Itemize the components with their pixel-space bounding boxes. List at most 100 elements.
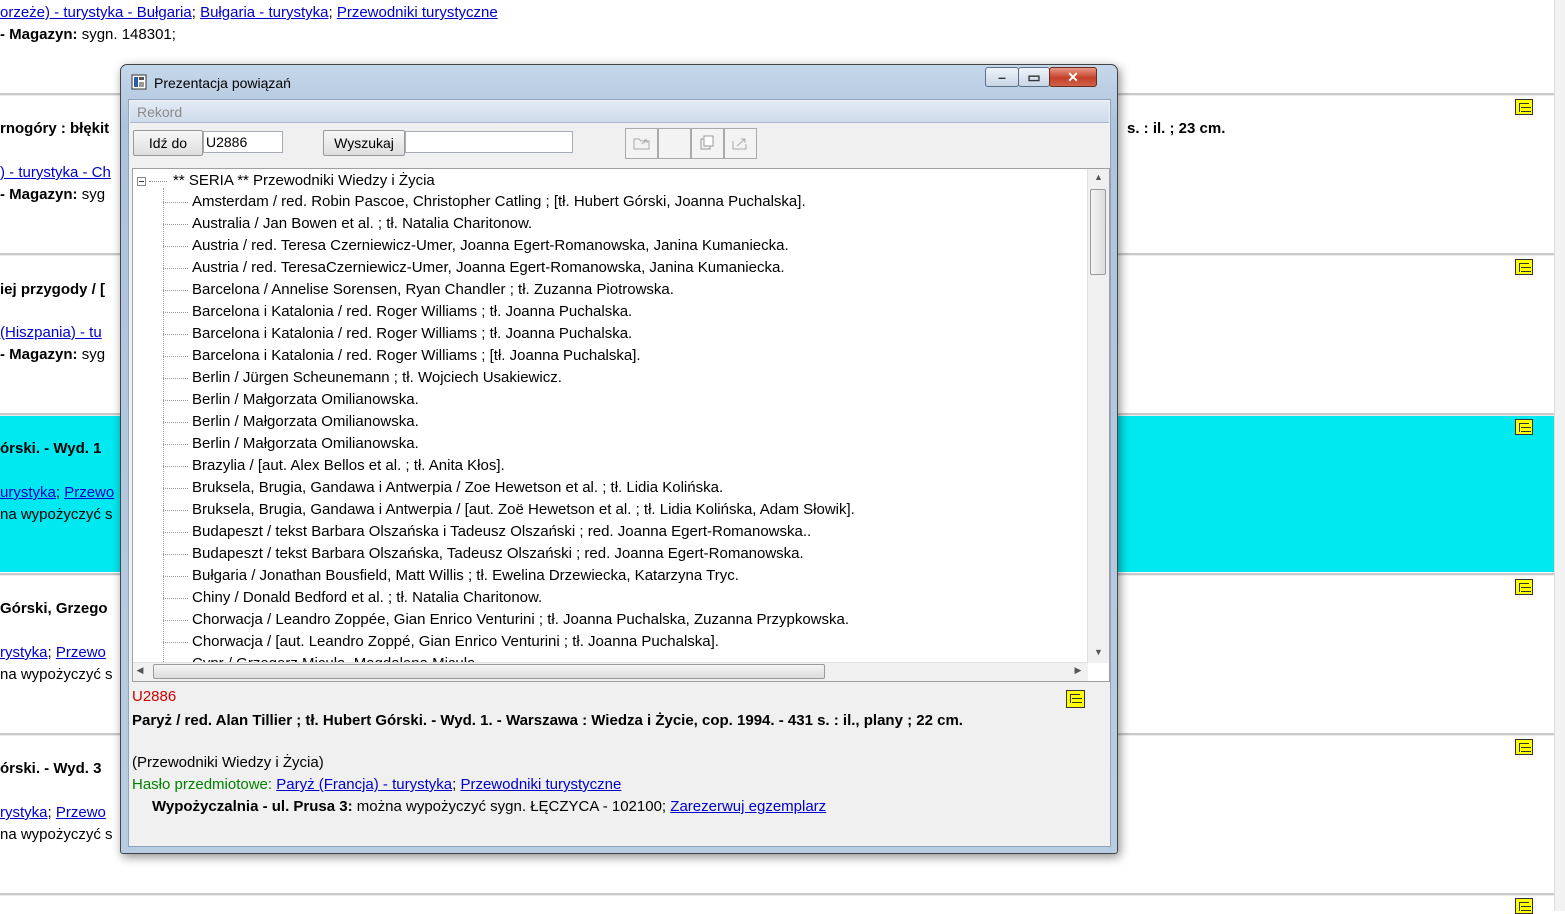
tree-item[interactable]: Australia / Jan Bowen et al. ; tł. Natal… <box>163 213 855 235</box>
record-holdings: - Magazyn: sygn. 148301; <box>0 26 176 43</box>
goto-button[interactable]: Idź do <box>133 130 203 156</box>
tree-item[interactable]: Berlin / Małgorzata Omilianowska. <box>163 389 855 411</box>
maximize-button[interactable]: ▭ <box>1018 67 1050 87</box>
tree-item[interactable]: Chiny / Donald Bedford et al. ; tł. Nata… <box>163 587 855 609</box>
close-button[interactable]: ✕ <box>1049 67 1097 87</box>
tree-item[interactable]: Berlin / Małgorzata Omilianowska. <box>163 411 855 433</box>
subject-label: Hasło przedmiotowe: <box>132 776 273 793</box>
vertical-scroll-thumb[interactable] <box>1090 189 1106 275</box>
maximize-icon: ▭ <box>1027 69 1041 85</box>
tree-item[interactable]: Chorwacja / Leandro Zoppée, Gian Enrico … <box>163 609 855 631</box>
blank-toolbar-button[interactable] <box>658 128 691 159</box>
page-scrollbar[interactable] <box>1554 0 1565 911</box>
goto-input[interactable] <box>203 131 283 153</box>
search-input[interactable] <box>405 131 573 153</box>
tree-item[interactable]: Austria / red. TeresaCzerniewicz-Umer, J… <box>163 257 855 279</box>
export-icon <box>732 138 747 150</box>
record-tree-icon[interactable] <box>1515 259 1533 275</box>
record-holdings: - Magazyn: syg <box>0 186 106 203</box>
export-toolbar-button[interactable] <box>724 128 757 159</box>
record-availability: na wypożyczyć s <box>0 826 113 843</box>
subject-link[interactable]: Przewodniki turystyczne <box>337 4 498 21</box>
tree-item[interactable]: Bułgaria / Jonathan Bousfield, Matt Will… <box>163 565 855 587</box>
tree-horizontal-scrollbar[interactable]: ◀ ▶ <box>133 662 1088 681</box>
minimize-button[interactable]: – <box>985 67 1019 87</box>
record-id: U2886 <box>132 688 177 705</box>
scroll-left-icon[interactable]: ◀ <box>133 665 147 676</box>
record-tree-icon[interactable] <box>1515 99 1533 115</box>
record-title-tail: s. : il. ; 23 cm. <box>1127 120 1226 137</box>
tree-root-node[interactable]: ** SERIA ** Przewodniki Wiedzy i Życia <box>137 172 435 189</box>
subject-link[interactable]: (Hiszpania) - tu <box>0 324 102 341</box>
record-availability: na wypożyczyć s <box>0 506 113 523</box>
record-title: rnogóry : błękit <box>0 120 110 137</box>
tree-item[interactable]: Bruksela, Brugia, Gandawa i Antwerpia / … <box>163 499 855 521</box>
tree-item[interactable]: Berlin / Małgorzata Omilianowska. <box>163 433 855 455</box>
relations-tree[interactable]: ** SERIA ** Przewodniki Wiedzy i Życia A… <box>132 168 1110 682</box>
record-tree-icon[interactable] <box>1515 739 1533 755</box>
record-holdings: - Magazyn: syg <box>0 346 106 363</box>
collapse-icon[interactable] <box>137 176 146 186</box>
record-holdings: Wypożyczalnia - ul. Prusa 3: można wypoż… <box>152 798 826 815</box>
section-header: Rekord <box>130 101 1109 123</box>
horizontal-scroll-thumb[interactable] <box>153 664 825 679</box>
subject-link[interactable]: Przewo <box>56 644 106 661</box>
record-detail-panel: U2886 Paryż / red. Alan Tillier ; tł. Hu… <box>132 686 1110 844</box>
subject-link[interactable]: ) - turystyka - Ch <box>0 164 111 181</box>
dialog-client: Rekord Idź do Wyszukaj ** SERIA ** Przew… <box>128 99 1111 847</box>
tree-vertical-scrollbar[interactable]: ▲ ▼ <box>1087 169 1109 663</box>
record-tree-icon[interactable] <box>1066 690 1085 708</box>
subject-link[interactable]: Przewodniki turystyczne <box>460 776 621 793</box>
tree-item[interactable]: Barcelona i Katalonia / red. Roger Willi… <box>163 345 855 367</box>
record-subjects: orzeże) - turystyka - Bułgaria; Bułgaria… <box>0 4 498 21</box>
record-series: (Przewodniki Wiedzy i Życia) <box>132 754 324 771</box>
subject-link[interactable]: urystyka <box>0 484 56 501</box>
open-toolbar-button[interactable] <box>625 128 658 159</box>
tree-item[interactable]: Austria / red. Teresa Czerniewicz-Umer, … <box>163 235 855 257</box>
record-availability: na wypożyczyć s <box>0 666 113 683</box>
subject-link[interactable]: orzeże) - turystyka - Bułgaria <box>0 4 192 21</box>
reserve-link[interactable]: Zarezerwuj egzemplarz <box>670 798 826 815</box>
copy-toolbar-button[interactable] <box>691 128 724 159</box>
tree-children: Amsterdam / red. Robin Pascoe, Christoph… <box>163 191 855 663</box>
tree-item[interactable]: Budapeszt / tekst Barbara Olszańska i Ta… <box>163 521 855 543</box>
record-title: Górski, Grzego <box>0 600 108 617</box>
record-subjects: Hasło przedmiotowe: Paryż (Francja) - tu… <box>132 776 622 793</box>
subject-link[interactable]: Bułgaria - turystyka <box>200 4 328 21</box>
tree-item[interactable]: Bruksela, Brugia, Gandawa i Antwerpia / … <box>163 477 855 499</box>
minimize-icon: – <box>998 69 1006 85</box>
search-button[interactable]: Wyszukaj <box>323 130 405 156</box>
subject-link[interactable]: Przewo <box>56 804 106 821</box>
subject-link[interactable]: Paryż (Francja) - turystyka <box>276 776 452 793</box>
record-title: órski. - Wyd. 1 <box>0 440 102 457</box>
tree-viewport: ** SERIA ** Przewodniki Wiedzy i Życia A… <box>133 169 1088 663</box>
subject-link[interactable]: rystyka <box>0 644 48 661</box>
subject-link[interactable]: rystyka <box>0 804 48 821</box>
tree-root-label: ** SERIA ** Przewodniki Wiedzy i Życia <box>173 172 435 189</box>
dialog-title: Prezentacja powiązań <box>154 75 291 91</box>
tree-item[interactable]: Chorwacja / [aut. Leandro Zoppé, Gian En… <box>163 631 855 653</box>
subject-link[interactable]: Przewo <box>64 484 114 501</box>
scroll-up-icon[interactable]: ▲ <box>1088 172 1109 182</box>
tree-item[interactable]: Budapeszt / tekst Barbara Olszańska, Tad… <box>163 543 855 565</box>
scroll-down-icon[interactable]: ▼ <box>1088 647 1109 657</box>
folder-open-icon <box>633 138 650 150</box>
record-title: órski. - Wyd. 3 <box>0 760 102 777</box>
branch-label: Wypożyczalnia - ul. Prusa 3: <box>152 798 353 815</box>
record-title: Paryż / red. Alan Tillier ; tł. Hubert G… <box>132 712 963 729</box>
app-icon <box>131 74 147 90</box>
tree-item[interactable]: Barcelona / Annelise Sorensen, Ryan Chan… <box>163 279 855 301</box>
record-tree-icon[interactable] <box>1515 579 1533 595</box>
scroll-right-icon[interactable]: ▶ <box>1071 665 1085 676</box>
tree-item[interactable]: Barcelona i Katalonia / red. Roger Willi… <box>163 323 855 345</box>
record-tree-icon[interactable] <box>1515 419 1533 435</box>
tree-item[interactable]: Brazylia / [aut. Alex Bellos et al. ; tł… <box>163 455 855 477</box>
tree-item[interactable]: Berlin / Jürgen Scheunemann ; tł. Wojcie… <box>163 367 855 389</box>
record-tree-icon[interactable] <box>1515 898 1533 914</box>
record-divider <box>0 893 1555 896</box>
relations-dialog: Prezentacja powiązań – ▭ ✕ Rekord Idź do… <box>120 64 1118 854</box>
tree-item[interactable]: Barcelona i Katalonia / red. Roger Willi… <box>163 301 855 323</box>
dialog-titlebar[interactable]: Prezentacja powiązań – ▭ ✕ <box>121 65 1117 99</box>
close-icon: ✕ <box>1067 69 1079 85</box>
tree-item[interactable]: Amsterdam / red. Robin Pascoe, Christoph… <box>163 191 855 213</box>
